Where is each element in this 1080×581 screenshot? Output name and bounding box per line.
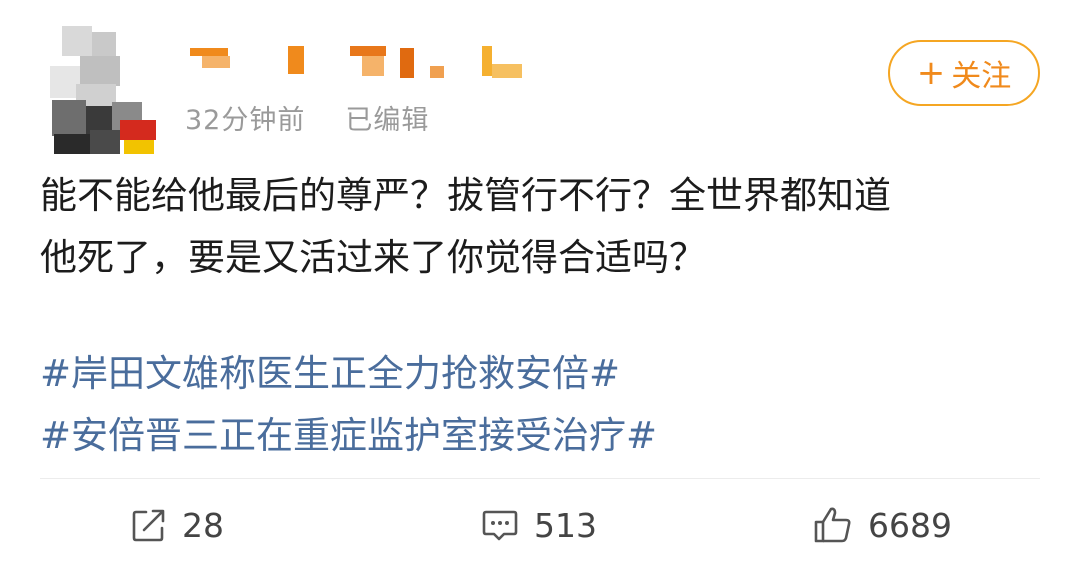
avatar[interactable] — [40, 26, 165, 154]
post-meta: 32分钟前 已编辑 — [185, 98, 429, 137]
post-body: 能不能给他最后的尊严？拔管行不行？全世界都知道 他死了，要是又活过来了你觉得合适… — [40, 165, 1040, 289]
divider — [40, 478, 1040, 479]
hashtag-list: #岸田文雄称医生正全力抢救安倍# #安倍晋三正在重症监护室接受治疗# — [40, 343, 657, 467]
like-icon — [814, 507, 851, 543]
hashtag-link[interactable]: #岸田文雄称医生正全力抢救安倍# — [40, 343, 657, 405]
follow-button[interactable]: + 关注 — [888, 40, 1040, 106]
post-body-line: 能不能给他最后的尊严？拔管行不行？全世界都知道 — [40, 174, 891, 217]
share-icon — [132, 509, 165, 542]
comment-icon — [482, 510, 518, 541]
plus-icon: + — [916, 53, 946, 93]
comment-count: 513 — [534, 505, 597, 545]
hashtag-link[interactable]: #安倍晋三正在重症监护室接受治疗# — [40, 405, 657, 467]
share-button[interactable]: 28 — [130, 500, 224, 550]
share-count: 28 — [182, 505, 224, 545]
weibo-post: 32分钟前 已编辑 + 关注 能不能给他最后的尊严？拔管行不行？全世界都知道 他死… — [0, 0, 1080, 581]
post-body-line: 他死了，要是又活过来了你觉得合适吗？ — [40, 236, 706, 279]
edited-label: 已编辑 — [345, 105, 430, 136]
post-time: 32分钟前 — [185, 105, 306, 136]
like-count: 6689 — [868, 505, 952, 545]
comment-button[interactable]: 513 — [480, 500, 597, 550]
follow-label: 关注 — [951, 59, 1012, 94]
username-redacted[interactable] — [190, 40, 530, 85]
like-button[interactable]: 6689 — [812, 500, 952, 550]
